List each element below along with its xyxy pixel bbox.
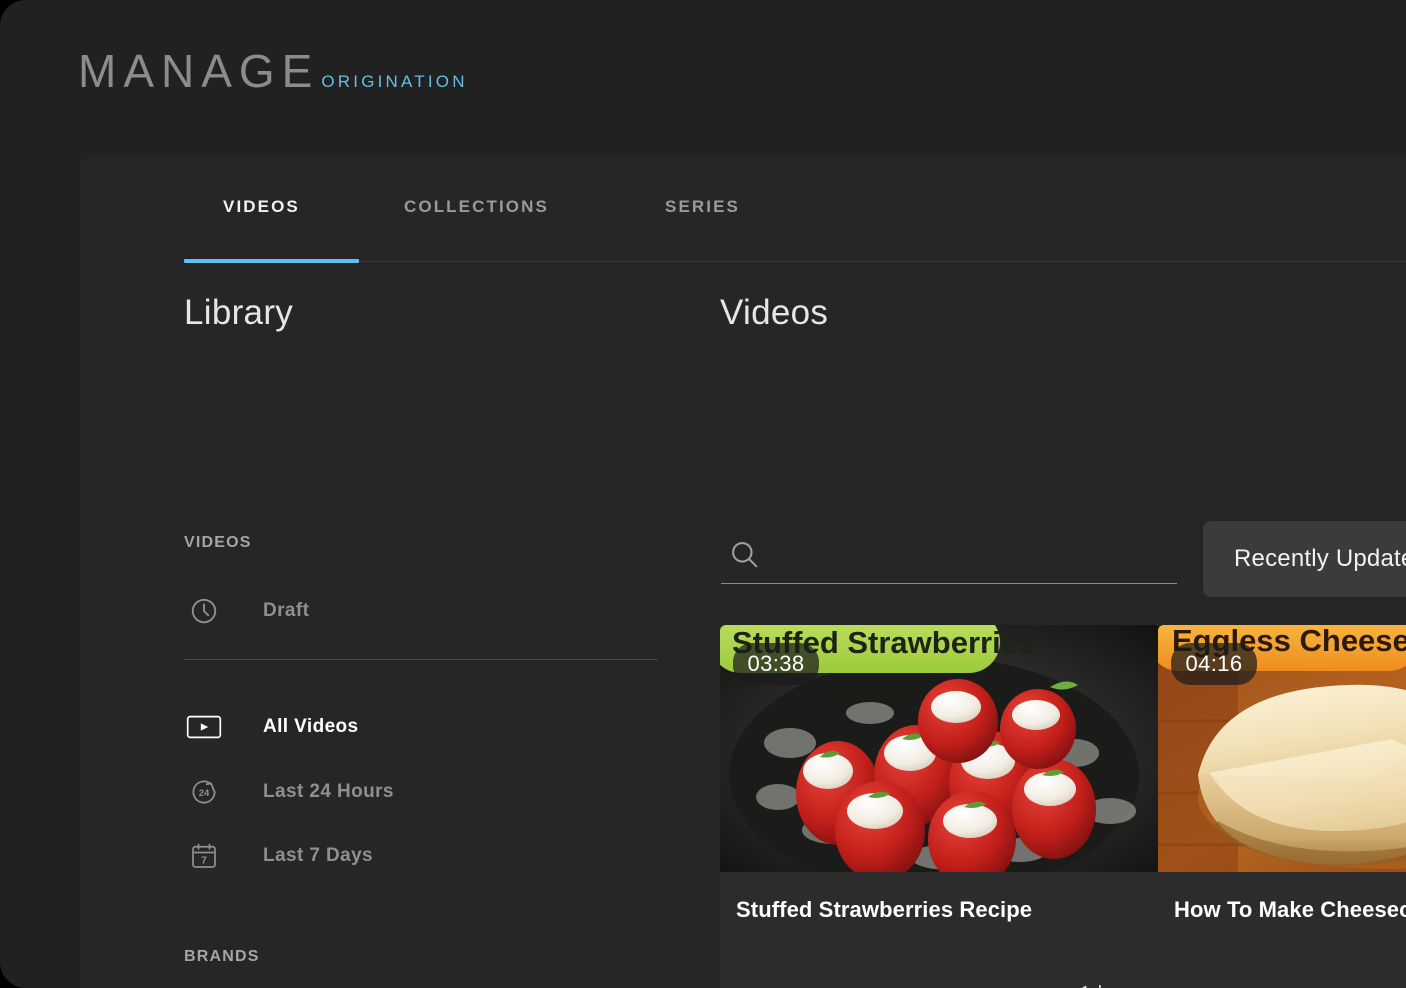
sidebar-item-last-7-days[interactable]: 7 Last 7 Days [184, 836, 373, 876]
search-input[interactable] [781, 525, 1175, 579]
svg-text:24: 24 [199, 788, 210, 799]
library-title: Library [184, 293, 294, 332]
videos-search-field[interactable] [721, 525, 1177, 584]
tabs-bar: VIDEOS COLLECTIONS SERIES [80, 157, 1406, 263]
video-thumbnail: Stuffed Strawberries 03:38 [720, 625, 1160, 872]
tab-series[interactable]: SERIES [665, 197, 740, 217]
svg-text:7: 7 [201, 855, 207, 867]
video-card[interactable]: Eggless Cheesecake 04:16 How To Make Che… [1158, 625, 1406, 988]
clock-icon [184, 591, 224, 631]
sidebar-divider [184, 659, 658, 660]
video-title: How To Make Cheesecake [1174, 897, 1406, 922]
sidebar-item-last-24-hours[interactable]: 24 Last 24 Hours [184, 772, 394, 812]
brand-name: MANAGE [78, 45, 320, 97]
video-updated-time: 1d ago [1080, 983, 1142, 988]
app-window: MANAGE ORIGINATION VIDEOS COLLECTIONS SE… [0, 0, 1406, 988]
sidebar-item-label: Last 7 Days [263, 845, 374, 866]
sidebar-item-label: All Videos [263, 716, 359, 737]
calendar-7-icon: 7 [184, 836, 224, 876]
video-thumbnail: Eggless Cheesecake 04:16 [1158, 625, 1406, 872]
tab-collections[interactable]: COLLECTIONS [404, 197, 549, 217]
sort-dropdown[interactable]: Recently Updated [1203, 521, 1406, 597]
video-player-icon [184, 707, 224, 747]
search-icon [721, 531, 767, 577]
sidebar-section-brands-label: BRANDS [184, 948, 260, 965]
duration-badge: 04:16 [1171, 643, 1257, 685]
sidebar-item-draft[interactable]: Draft [184, 591, 309, 631]
tab-videos[interactable]: VIDEOS [223, 197, 300, 217]
sort-dropdown-label: Recently Updated [1234, 545, 1406, 572]
sidebar-item-all-videos[interactable]: All Videos [184, 707, 359, 747]
brand-suffix: ORIGINATION [321, 72, 468, 91]
duration-badge: 03:38 [733, 643, 819, 685]
video-title: Stuffed Strawberries Recipe [736, 897, 1033, 922]
content-panel: VIDEOS COLLECTIONS SERIES Library VIDEOS… [80, 157, 1406, 988]
brand-header: MANAGE ORIGINATION [78, 48, 468, 94]
sidebar-item-label: Draft [263, 600, 310, 621]
tabs-divider [184, 261, 1406, 262]
sidebar-item-label: Last 24 Hours [263, 781, 394, 802]
videos-main: Videos Recently Updated [641, 263, 1406, 988]
page-title: Videos [720, 293, 829, 332]
video-card[interactable]: Stuffed Strawberries 03:38 Stuffed Straw… [720, 625, 1160, 988]
sidebar: Library VIDEOS Draft All Videos 24 Last … [80, 263, 658, 988]
last-24-hours-icon: 24 [184, 772, 224, 812]
sidebar-section-videos-label: VIDEOS [184, 534, 252, 551]
